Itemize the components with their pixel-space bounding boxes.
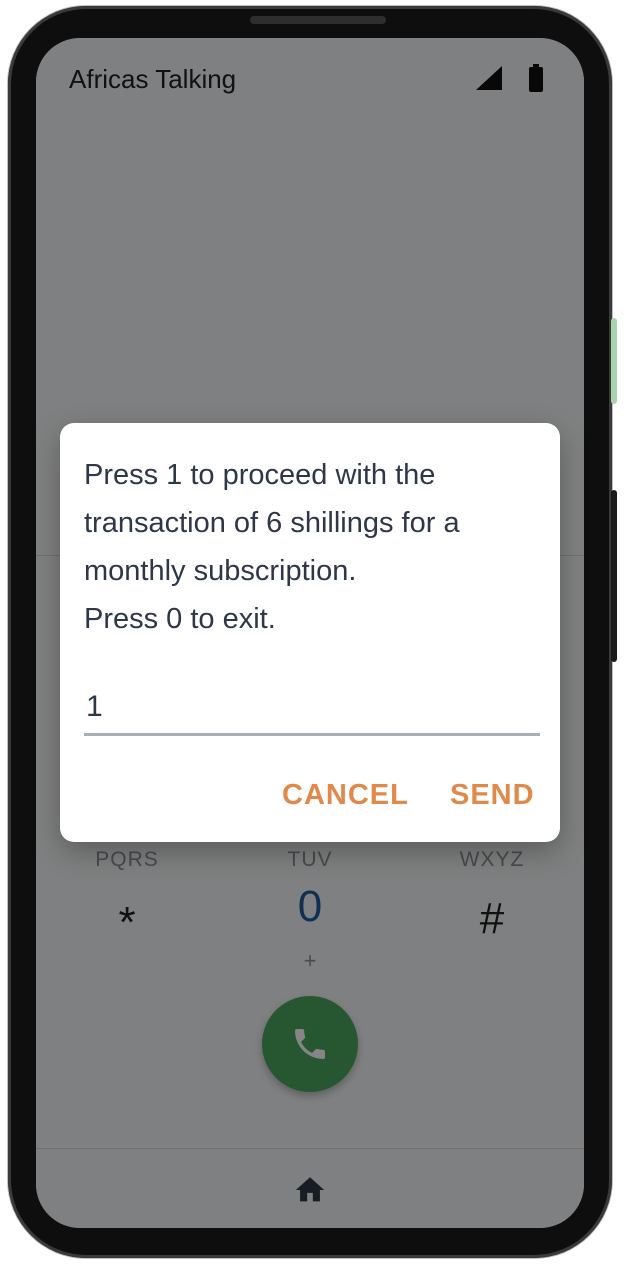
cancel-button[interactable]: CANCEL (282, 779, 409, 812)
response-input[interactable] (84, 681, 540, 736)
send-button[interactable]: SEND (450, 779, 535, 812)
ussd-dialog: Press 1 to proceed with the transaction … (60, 423, 560, 842)
dialog-message: Press 1 to proceed with the transaction … (84, 459, 460, 635)
phone-speaker (250, 16, 386, 24)
side-button-power (611, 490, 617, 662)
side-button-green (611, 318, 617, 404)
